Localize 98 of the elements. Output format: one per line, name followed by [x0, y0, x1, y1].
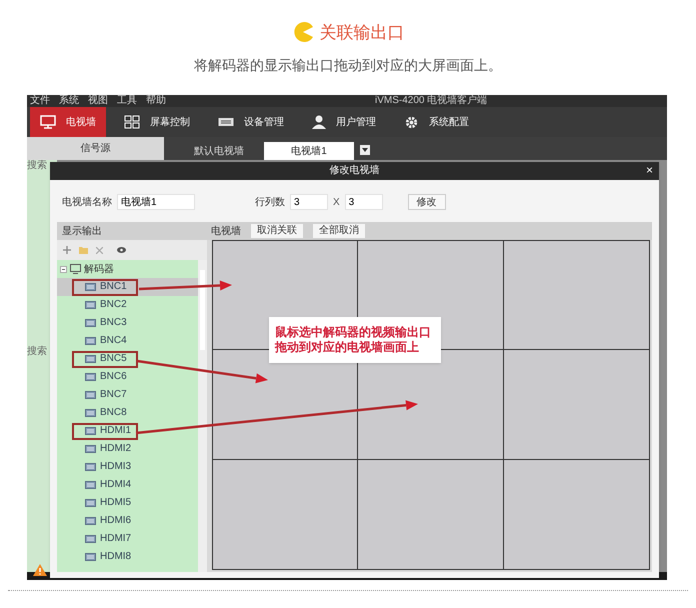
- device-icon: [85, 355, 96, 363]
- nav-tab[interactable]: 用户管理: [302, 107, 386, 137]
- item-label: HDMI6: [100, 516, 132, 526]
- tree-item[interactable]: HDMI7: [57, 530, 198, 548]
- collapse-icon[interactable]: [60, 266, 67, 272]
- callout-text: 鼠标选中解码器的视频输出口: [275, 325, 432, 340]
- item-label: HDMI8: [100, 552, 132, 562]
- scrollbar[interactable]: [198, 260, 207, 572]
- field-label: 行列数: [255, 196, 285, 210]
- device-icon: [85, 373, 96, 381]
- item-label: HDMI7: [100, 534, 132, 544]
- device-icon: [85, 301, 96, 309]
- toolbar-button[interactable]: 全部取消: [313, 224, 365, 238]
- item-label: HDMI2: [100, 444, 132, 454]
- search-label: 搜索: [27, 161, 48, 171]
- tree-item[interactable]: BNC3: [57, 314, 198, 332]
- tree-item[interactable]: BNC6: [57, 368, 198, 386]
- item-label: BNC2: [100, 300, 127, 310]
- item-label: BNC8: [100, 408, 127, 418]
- field-label: 电视墙名称: [62, 196, 112, 210]
- folder-icon: [79, 246, 88, 254]
- close-icon: [96, 246, 103, 254]
- times-sign: X: [333, 196, 340, 210]
- device-icon: [85, 499, 96, 507]
- item-label: BNC6: [100, 372, 127, 382]
- article-subtitle: 将解码器的显示输出口拖动到对应的大屏画面上。: [194, 58, 502, 72]
- menu-item[interactable]: 视图: [88, 96, 108, 106]
- device-icon: [85, 283, 96, 291]
- tree-item[interactable]: HDMI1: [57, 422, 198, 440]
- wall-screen-cell[interactable]: [504, 350, 649, 460]
- source-dropdown[interactable]: 信号源: [27, 137, 164, 160]
- tree-item[interactable]: BNC1: [57, 278, 198, 296]
- dialog-title: 修改电视墙: [330, 166, 380, 176]
- tree-item[interactable]: HDMI2: [57, 440, 198, 458]
- nav-tab[interactable]: 系统配置: [394, 107, 479, 137]
- nav-tab[interactable]: 屏幕控制: [114, 107, 200, 137]
- item-label: BNC3: [100, 318, 127, 328]
- device-icon: [85, 319, 96, 327]
- item-label: HDMI1: [100, 426, 132, 436]
- device-icon: [85, 463, 96, 471]
- item-label: BNC7: [100, 390, 127, 400]
- item-label: BNC5: [100, 354, 127, 364]
- device-icon: [85, 427, 96, 435]
- device-icon: [85, 535, 96, 543]
- user-icon: [312, 115, 326, 129]
- menu-item[interactable]: 工具: [117, 96, 137, 106]
- wall-tab[interactable]: 电视墙1: [264, 142, 354, 160]
- input-field[interactable]: 3: [344, 194, 383, 210]
- gear-icon: [404, 114, 419, 130]
- wall-screen-cell[interactable]: [213, 460, 358, 569]
- device-icon: [85, 553, 96, 561]
- monitor-icon: [40, 115, 56, 129]
- tree-item[interactable]: BNC7: [57, 386, 198, 404]
- nav-tab[interactable]: 设备管理: [208, 107, 294, 137]
- add-icon: [63, 246, 71, 254]
- device-icon: [218, 117, 234, 127]
- tree-item[interactable]: HDMI4: [57, 476, 198, 494]
- device-icon: [85, 481, 96, 489]
- input-field[interactable]: 电视墙1: [117, 194, 195, 210]
- item-label: BNC1: [100, 282, 127, 292]
- eye-icon: [117, 247, 126, 253]
- modify-button[interactable]: 修改: [408, 194, 446, 210]
- device-icon: [85, 517, 96, 525]
- tree-item[interactable]: BNC8: [57, 404, 198, 422]
- tree-item[interactable]: HDMI6: [57, 512, 198, 530]
- item-label: BNC4: [100, 336, 127, 346]
- panel-title: 显示输出: [62, 224, 102, 238]
- article-title: 关联输出口: [320, 24, 404, 40]
- monitor-icon: [70, 264, 81, 274]
- item-label: HDMI3: [100, 462, 132, 472]
- device-icon: [85, 391, 96, 399]
- toolbar-button[interactable]: 取消关联: [251, 224, 303, 238]
- grid-icon: [124, 115, 140, 129]
- item-label: HDMI4: [100, 480, 132, 490]
- nav-tab[interactable]: 电视墙: [30, 107, 106, 137]
- wall-screen-cell[interactable]: [358, 460, 504, 569]
- input-field[interactable]: 3: [290, 194, 328, 210]
- callout-text: 拖动到对应的电视墙画面上: [275, 340, 420, 355]
- tree-item[interactable]: BNC2: [57, 296, 198, 314]
- wall-screen-cell[interactable]: [504, 241, 649, 350]
- tree-item[interactable]: HDMI8: [57, 548, 198, 566]
- tree-item[interactable]: HDMI5: [57, 494, 198, 512]
- wall-screen-cell[interactable]: [504, 460, 649, 569]
- dropdown-icon: [360, 145, 370, 155]
- device-icon: [85, 409, 96, 417]
- device-icon: [85, 337, 96, 345]
- tree-item[interactable]: BNC5: [57, 350, 198, 368]
- search-label: 搜索: [27, 347, 48, 357]
- tree-item[interactable]: 解码器: [57, 260, 198, 278]
- item-label: HDMI5: [100, 498, 132, 508]
- close-button[interactable]: ×: [646, 164, 653, 176]
- pacman-icon: [292, 21, 314, 43]
- menu-item[interactable]: 帮助: [146, 96, 166, 106]
- device-icon: [85, 445, 96, 453]
- warning-icon: [33, 564, 47, 576]
- tree-item[interactable]: HDMI3: [57, 458, 198, 476]
- tree-item[interactable]: BNC4: [57, 332, 198, 350]
- panel-title: 电视墙: [211, 224, 241, 238]
